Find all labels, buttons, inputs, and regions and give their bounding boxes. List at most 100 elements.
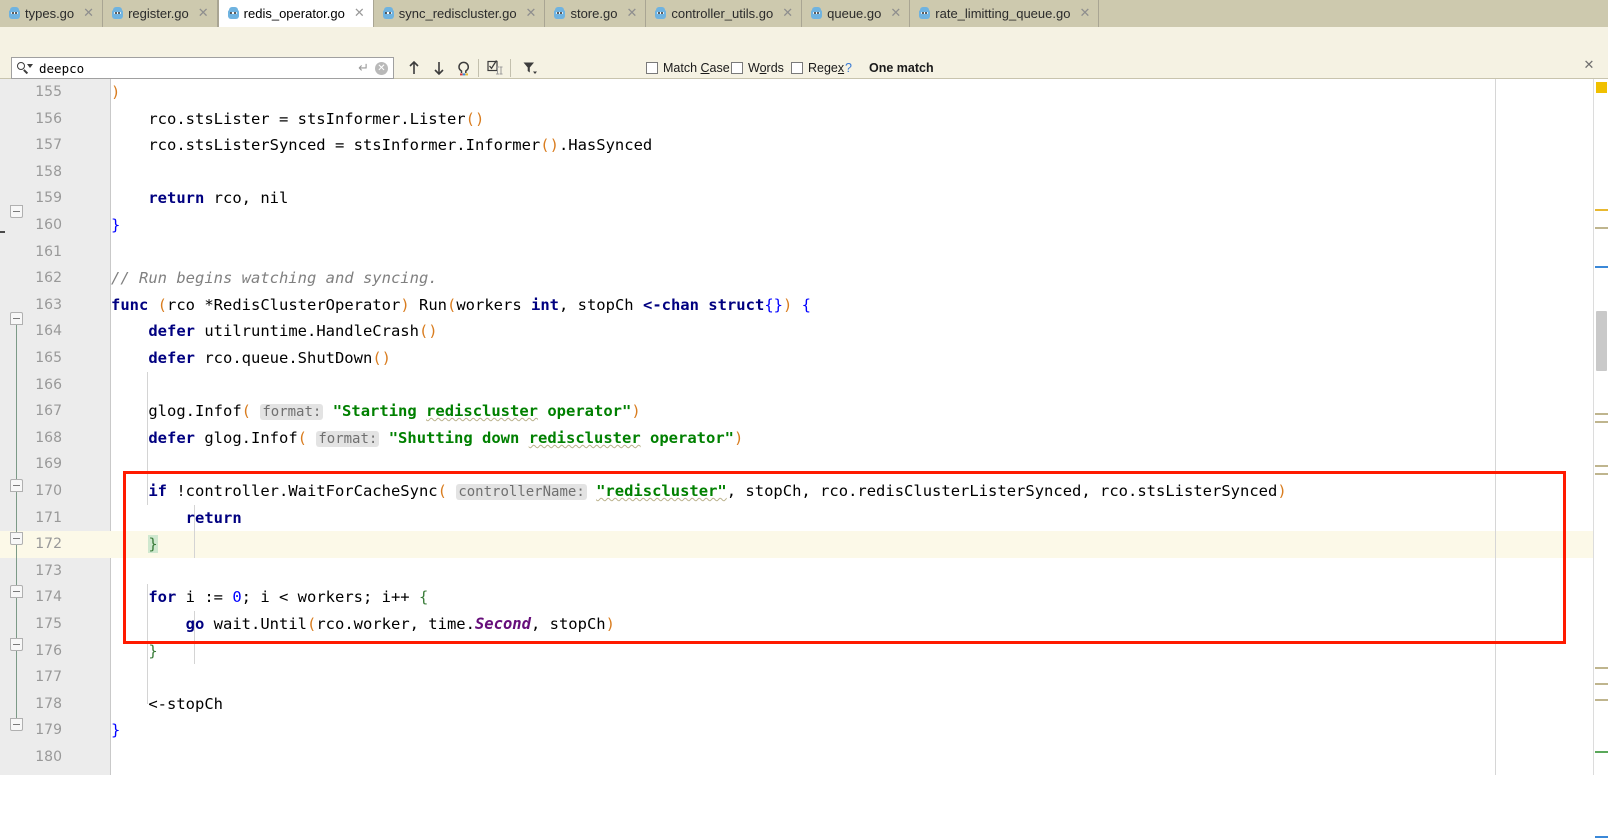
line-number: 165 bbox=[35, 350, 62, 366]
tab-close-icon[interactable]: ✕ bbox=[83, 7, 94, 20]
code-line[interactable]: 170 if !controller.WaitForCacheSync( con… bbox=[0, 478, 1608, 505]
line-content: func (rco *RedisClusterOperator) Run(wor… bbox=[111, 295, 812, 314]
line-number: 176 bbox=[35, 642, 62, 659]
code-line[interactable]: 175 go wait.Until(rco.worker, time.Secon… bbox=[0, 611, 1608, 638]
code-editor[interactable]: 155 ) 156 rco.stsLister = stsInformer.Li… bbox=[0, 79, 1608, 775]
line-number: 178 bbox=[35, 695, 62, 712]
code-line[interactable]: 180 bbox=[0, 744, 1608, 771]
tab-close-icon[interactable]: ✕ bbox=[626, 7, 637, 20]
code-line[interactable]: 171 return bbox=[0, 505, 1608, 532]
line-number: 174 bbox=[35, 589, 62, 606]
marker-typo[interactable] bbox=[1595, 473, 1608, 475]
tab-label: rate_limitting_queue.go bbox=[935, 6, 1071, 21]
checkbox-box[interactable] bbox=[731, 62, 743, 74]
tab-close-icon[interactable]: ✕ bbox=[354, 7, 365, 20]
editor-tab-store-go[interactable]: store.go ✕ bbox=[545, 0, 647, 27]
marker-typo[interactable] bbox=[1595, 699, 1608, 701]
editor-tab-controller-utils-go[interactable]: controller_utils.go ✕ bbox=[646, 0, 803, 27]
scrollbar-thumb[interactable] bbox=[1596, 311, 1607, 371]
code-line[interactable]: 174 for i := 0; i < workers; i++ { bbox=[0, 584, 1608, 611]
search-magnifier-icon[interactable] bbox=[16, 60, 33, 76]
code-line[interactable]: 179 } bbox=[0, 717, 1608, 744]
code-line[interactable]: 172 } bbox=[0, 531, 1608, 558]
code-line[interactable]: 166 bbox=[0, 372, 1608, 399]
line-content: // Run begins watching and syncing. bbox=[111, 269, 438, 288]
marker-typo[interactable] bbox=[1595, 465, 1608, 467]
code-line[interactable]: 176 } bbox=[0, 638, 1608, 665]
marker-typo[interactable] bbox=[1595, 421, 1608, 423]
editor-tab-queue-go[interactable]: queue.go ✕ bbox=[802, 0, 911, 27]
tab-label: sync_rediscluster.go bbox=[398, 6, 517, 21]
code-line[interactable]: 167 glog.Infof( format: "Starting redisc… bbox=[0, 398, 1608, 425]
checkbox-box[interactable] bbox=[646, 62, 658, 74]
code-line[interactable]: 178 <-stopCh bbox=[0, 691, 1608, 718]
marker-typo[interactable] bbox=[1595, 227, 1608, 229]
code-line[interactable]: 169 bbox=[0, 451, 1608, 478]
find-previous-icon[interactable] bbox=[402, 57, 426, 79]
filter-icon[interactable] bbox=[518, 57, 542, 79]
code-line[interactable]: 164 defer utilruntime.HandleCrash() bbox=[0, 318, 1608, 345]
tab-close-icon[interactable]: ✕ bbox=[890, 7, 901, 20]
close-icon[interactable]: ✕ bbox=[1582, 59, 1596, 73]
editor-tab-sync-rediscluster-go[interactable]: sync_rediscluster.go ✕ bbox=[373, 0, 546, 27]
code-line[interactable]: 155 ) bbox=[0, 79, 1608, 106]
editor-tab-register-go[interactable]: register.go ✕ bbox=[103, 0, 218, 27]
code-line[interactable]: 156 rco.stsLister = stsInformer.Lister() bbox=[0, 106, 1608, 133]
line-number: 172 bbox=[35, 536, 62, 553]
code-line[interactable]: 161 bbox=[0, 239, 1608, 266]
regex-label: Regex bbox=[808, 61, 845, 75]
tab-close-icon[interactable]: ✕ bbox=[198, 7, 209, 20]
regex-help-link[interactable]: ? bbox=[845, 61, 852, 75]
regex-checkbox[interactable]: Regex bbox=[791, 61, 844, 75]
match-case-checkbox[interactable]: Match Case bbox=[646, 61, 730, 75]
code-line[interactable]: 165 defer rco.queue.ShutDown() bbox=[0, 345, 1608, 372]
inspection-status-indicator[interactable] bbox=[1596, 82, 1607, 93]
marker-typo[interactable] bbox=[1595, 683, 1608, 685]
marker-typo[interactable] bbox=[1595, 413, 1608, 415]
code-line[interactable]: 159 return rco, nil bbox=[0, 185, 1608, 212]
marker-typo[interactable] bbox=[1595, 667, 1608, 669]
editor-tab-types-go[interactable]: types.go ✕ bbox=[0, 0, 104, 27]
code-line[interactable]: 168 defer glog.Infof( format: "Shutting … bbox=[0, 425, 1608, 452]
code-line[interactable]: 157 rco.stsListerSynced = stsInformer.In… bbox=[0, 132, 1608, 159]
match-count-status: One match bbox=[869, 61, 934, 75]
marker-info[interactable] bbox=[1595, 266, 1608, 268]
words-checkbox[interactable]: Words bbox=[731, 61, 784, 75]
checkbox-box[interactable] bbox=[791, 62, 803, 74]
toolbar-separator bbox=[478, 59, 479, 77]
editor-tab-redis-operator-go[interactable]: redis_operator.go ✕ bbox=[217, 0, 374, 27]
funnel-glyph bbox=[523, 62, 537, 74]
line-content: } bbox=[111, 216, 121, 234]
code-line[interactable]: 177 bbox=[0, 664, 1608, 691]
code-line[interactable]: 158 bbox=[0, 159, 1608, 186]
find-input[interactable]: deepco ↵ ✕ bbox=[11, 57, 394, 79]
line-content: <-stopCh bbox=[111, 694, 223, 713]
find-next-icon[interactable] bbox=[427, 57, 451, 79]
code-line[interactable]: 162 // Run begins watching and syncing. bbox=[0, 265, 1608, 292]
clear-circle-icon[interactable]: ✕ bbox=[375, 61, 388, 75]
select-all-occurrences-icon[interactable] bbox=[452, 57, 476, 79]
go-file-icon bbox=[9, 7, 20, 20]
find-replace-panel: deepco ↵ ✕ Match Case Words Regex ? One … bbox=[0, 27, 1608, 104]
editor-tab-rate-limitting-queue-go[interactable]: rate_limitting_queue.go ✕ bbox=[910, 0, 1100, 27]
line-content: } bbox=[111, 721, 121, 740]
editor-marker-scrollbar[interactable] bbox=[1593, 79, 1608, 838]
code-line[interactable]: 160 } bbox=[0, 212, 1608, 239]
line-content: rco.stsLister = stsInformer.Lister() bbox=[111, 109, 485, 128]
tab-label: controller_utils.go bbox=[671, 6, 774, 21]
line-number: 175 bbox=[35, 616, 62, 632]
line-content: rco.stsListerSynced = stsInformer.Inform… bbox=[111, 136, 653, 155]
tab-close-icon[interactable]: ✕ bbox=[526, 7, 537, 20]
go-file-icon bbox=[655, 7, 667, 20]
tab-label: queue.go bbox=[827, 6, 882, 21]
checkbox-selection-glyph bbox=[487, 60, 503, 75]
code-line[interactable]: 173 bbox=[0, 558, 1608, 585]
marker-ok[interactable] bbox=[1595, 751, 1608, 753]
tab-close-icon[interactable]: ✕ bbox=[1079, 7, 1090, 20]
marker-warning[interactable] bbox=[1595, 209, 1608, 211]
tab-close-icon[interactable]: ✕ bbox=[782, 7, 793, 20]
enter-return-icon[interactable]: ↵ bbox=[358, 61, 369, 76]
line-number: 180 bbox=[35, 749, 62, 765]
find-in-selection-icon[interactable] bbox=[484, 57, 508, 79]
code-line[interactable]: 163 func (rco *RedisClusterOperator) Run… bbox=[0, 292, 1608, 319]
